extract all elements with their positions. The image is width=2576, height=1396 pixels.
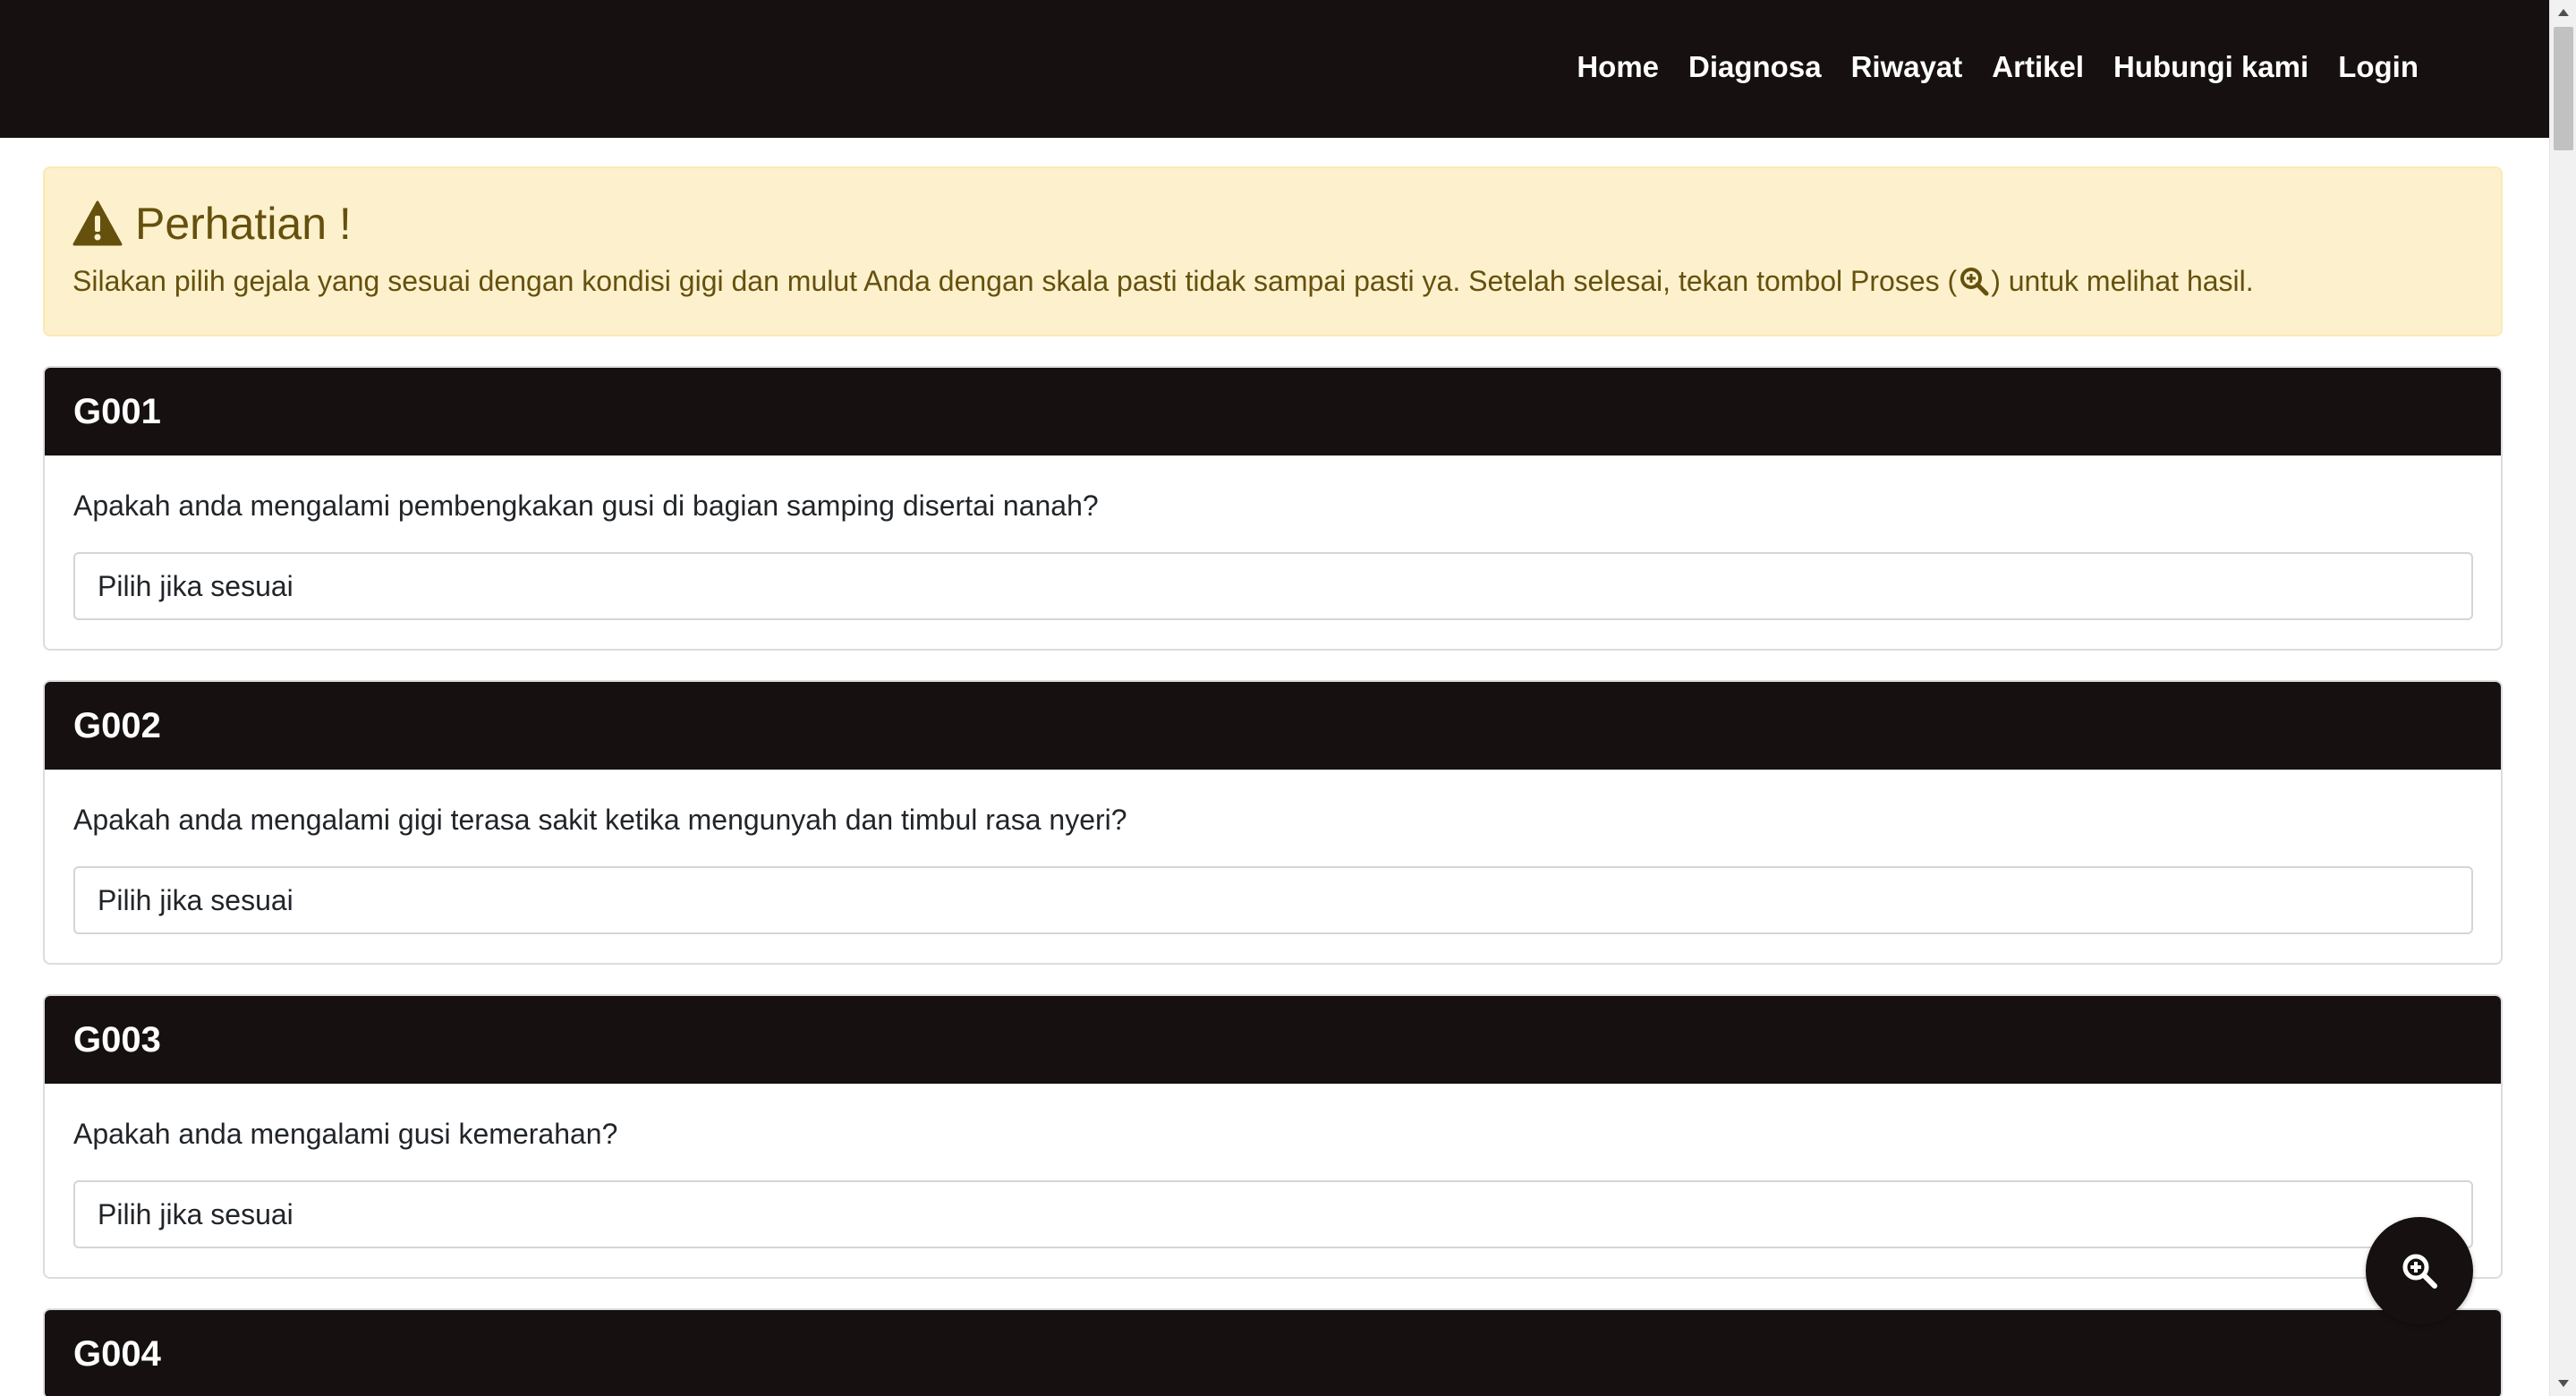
symptom-select[interactable]: Pilih jika sesuai: [73, 552, 2473, 620]
symptom-card: G002 Apakah anda mengalami gigi terasa s…: [43, 680, 2503, 965]
symptom-card: G003 Apakah anda mengalami gusi kemeraha…: [43, 994, 2503, 1279]
warning-triangle-icon: [72, 200, 123, 246]
nav-login-link[interactable]: Login: [2338, 47, 2419, 88]
nav-hubungi-kami-link[interactable]: Hubungi kami: [2113, 47, 2308, 88]
alert-title: Perhatian !: [135, 199, 352, 249]
zoom-in-icon: [1960, 268, 1989, 296]
alert-text-after: ) untuk melihat hasil.: [1991, 265, 2254, 297]
scroll-up-arrow-icon[interactable]: [2550, 0, 2576, 25]
warning-alert: Perhatian ! Silakan pilih gejala yang se…: [43, 166, 2503, 336]
scroll-down-arrow-icon[interactable]: [2550, 1371, 2576, 1396]
vertical-scrollbar[interactable]: [2549, 0, 2576, 1396]
alert-message: Silakan pilih gejala yang sesuai dengan …: [72, 261, 2473, 301]
symptom-card: G004: [43, 1308, 2503, 1396]
alert-heading: Perhatian !: [72, 197, 2473, 251]
symptom-select[interactable]: Pilih jika sesuai: [73, 866, 2473, 934]
nav-links: Home Diagnosa Riwayat Artikel Hubungi ka…: [1577, 47, 2419, 88]
page: Home Diagnosa Riwayat Artikel Hubungi ka…: [0, 0, 2576, 1396]
symptom-code: G003: [45, 996, 2501, 1084]
symptom-code: G002: [45, 682, 2501, 770]
card-body: Apakah anda mengalami pembengkakan gusi …: [45, 455, 2501, 649]
process-button[interactable]: [2366, 1217, 2473, 1324]
nav-home-link[interactable]: Home: [1577, 47, 1659, 88]
nav-riwayat-link[interactable]: Riwayat: [1851, 47, 1963, 88]
navbar: Home Diagnosa Riwayat Artikel Hubungi ka…: [0, 0, 2549, 138]
symptom-code: G004: [45, 1310, 2501, 1396]
symptom-question: Apakah anda mengalami gigi terasa sakit …: [73, 804, 1127, 836]
nav-diagnosa-link[interactable]: Diagnosa: [1688, 47, 1822, 88]
zoom-in-icon: [2402, 1254, 2437, 1289]
scrollbar-thumb[interactable]: [2554, 27, 2573, 150]
main-content: Perhatian ! Silakan pilih gejala yang se…: [43, 166, 2503, 1396]
symptom-code: G001: [45, 368, 2501, 455]
symptom-question: Apakah anda mengalami pembengkakan gusi …: [73, 489, 1099, 522]
symptom-select[interactable]: Pilih jika sesuai: [73, 1180, 2473, 1248]
alert-text-before: Silakan pilih gejala yang sesuai dengan …: [72, 265, 1958, 297]
card-body: Apakah anda mengalami gusi kemerahan? Pi…: [45, 1084, 2501, 1277]
symptom-card: G001 Apakah anda mengalami pembengkakan …: [43, 366, 2503, 651]
nav-artikel-link[interactable]: Artikel: [1992, 47, 2084, 88]
card-body: Apakah anda mengalami gigi terasa sakit …: [45, 770, 2501, 963]
symptom-question: Apakah anda mengalami gusi kemerahan?: [73, 1118, 618, 1150]
